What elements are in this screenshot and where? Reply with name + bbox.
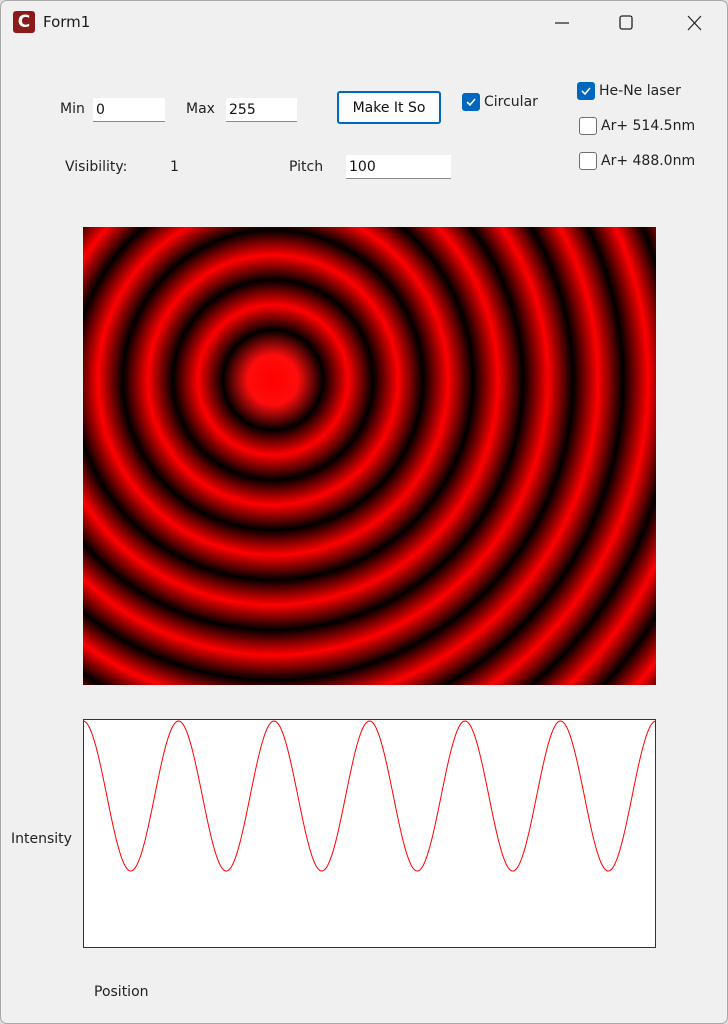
visibility-label: Visibility:: [65, 159, 128, 175]
visibility-value: 1: [170, 159, 179, 175]
min-label: Min: [60, 101, 85, 117]
ar-514-label: Ar+ 514.5nm: [601, 118, 696, 134]
maximize-icon: [619, 15, 633, 30]
minimize-icon: [555, 22, 569, 24]
app-c-icon: C: [13, 11, 35, 33]
max-input[interactable]: [226, 98, 297, 122]
pitch-label: Pitch: [289, 159, 324, 175]
plot-frame: [83, 719, 656, 948]
title-bar[interactable]: C Form1: [1, 1, 727, 45]
fringe-pattern-image: [83, 227, 656, 685]
circular-checkbox[interactable]: [462, 93, 480, 111]
circular-label: Circular: [484, 94, 538, 110]
form1-window: C Form1 Min Max Make It So Circular He-N…: [0, 0, 728, 1024]
check-icon: [581, 87, 591, 96]
he-ne-laser-label: He-Ne laser: [599, 83, 681, 99]
close-button[interactable]: [671, 1, 717, 45]
he-ne-laser-radio[interactable]: [577, 82, 595, 100]
y-axis-label: Intensity: [11, 831, 72, 847]
check-icon: [466, 98, 476, 107]
pitch-input[interactable]: [346, 155, 451, 179]
ar-488-label: Ar+ 488.0nm: [601, 153, 696, 169]
intensity-plot: [83, 719, 656, 948]
min-input[interactable]: [93, 98, 165, 122]
minimize-button[interactable]: [539, 1, 585, 45]
maximize-button[interactable]: [603, 1, 649, 45]
make-it-so-button[interactable]: Make It So: [337, 91, 441, 124]
ar-488-radio[interactable]: [579, 152, 597, 170]
max-label: Max: [186, 101, 215, 117]
window-title: Form1: [43, 13, 91, 31]
ar-514-radio[interactable]: [579, 117, 597, 135]
x-axis-label: Position: [94, 984, 149, 1000]
close-icon: [687, 15, 702, 31]
